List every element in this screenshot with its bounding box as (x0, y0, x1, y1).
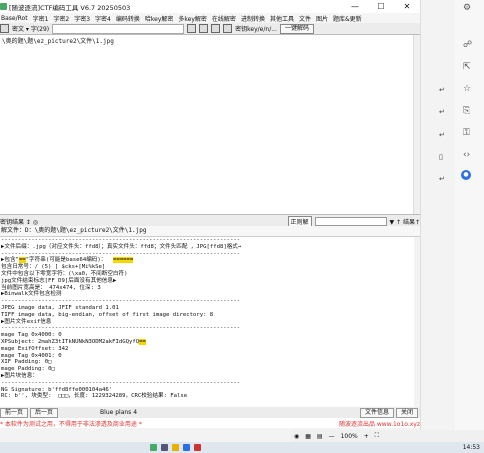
file-path-line: 解文件：D：\奥的题\题\ez_picture2\文件\1.jpg (0, 226, 421, 237)
menu-item[interactable]: 字密2 (53, 14, 69, 23)
clock: 14:53 (462, 444, 480, 451)
app-icon (0, 3, 7, 10)
output-line: mage Tag 0x4000: 0 (1, 332, 62, 339)
menu-bar: Base/Rot 字密1 字密2 字密3 字密4 编码转换 哈key解密 多key解密 在线解密… (0, 13, 421, 23)
lock-icon[interactable]: ⚿ (463, 128, 470, 138)
return-icon: ↵ (439, 108, 445, 116)
output-line: XPSubject: 2mahZ3tITkNUNkN3ODM2akFIdGQyf… (1, 338, 146, 345)
fullscreen-icon[interactable]: ⛶ (375, 432, 379, 440)
start-icon[interactable] (150, 444, 157, 451)
key-icon[interactable] (223, 24, 233, 33)
output-line: mage ExifOffset: 342 (1, 345, 69, 352)
return-icon: ↵ (439, 131, 445, 139)
output-line: ▶Binwalk文件包含检测 (1, 291, 62, 298)
output-line: XIF Padding: 0□ (1, 359, 52, 366)
clip-icon[interactable]: ⎘ (463, 106, 470, 116)
zoom-out-button[interactable]: — (329, 433, 335, 440)
editor-content: \奥的题\题\ez_picture2\文件\1.jpg (2, 38, 114, 45)
pin-icon[interactable]: ☍ (463, 40, 472, 50)
minimize-button[interactable]: — (342, 0, 368, 13)
output-line: ▶图片块信息： (1, 372, 38, 379)
menu-item[interactable]: 字密1 (33, 14, 49, 23)
one-key-decode-button[interactable]: 一键解码 (279, 23, 314, 34)
menu-item[interactable]: 多key解密 (178, 14, 207, 23)
result-nav[interactable]: ▼ ↑ 结果↑ (390, 217, 420, 226)
result-search-input[interactable] (314, 216, 387, 226)
zoom-level: 100% (340, 432, 358, 440)
assistant-icon[interactable]: ● (461, 170, 471, 180)
window-title: [随波逐流]CTF编码工具 V6.7 20250503 (9, 3, 131, 12)
output-line: ----------------------------------------… (1, 379, 241, 386)
output-line: JPEG image data, JFIF standard 1.01 (1, 304, 119, 311)
bottom-bar: 前一页 后一页 Blue plans 4 文件信息 关闭 (0, 407, 420, 418)
copy-icon[interactable] (187, 24, 197, 33)
status-bar: * 本软件为测试之用，不得用于非法渗透及商业用途 * 随波逐流出品 www.1o… (0, 418, 420, 428)
output-line: jpg文件结束标志[FF D9]后面没有其他信息▶ (1, 277, 117, 284)
next-page-button[interactable]: 后一页 (30, 407, 59, 418)
maximize-button[interactable]: ☐ (368, 0, 394, 13)
output-line: ▶图片文件exif信息 (1, 318, 52, 325)
taskbar: 14:53 (0, 442, 484, 453)
zoom-in-button[interactable]: + (364, 433, 369, 440)
output-line: 包含日常号：/ (5) [ $cks+[Mi%kSe] (1, 264, 106, 271)
star-icon[interactable]: ☆ (463, 84, 471, 94)
menu-item[interactable]: 进制转换 (241, 14, 265, 23)
menu-item[interactable]: 其他工具 (270, 14, 294, 23)
mode-label: Blue plans 4 (100, 409, 138, 416)
menu-item[interactable]: 编码转换 (116, 14, 140, 23)
menu-item[interactable]: 字密3 (74, 14, 90, 23)
browser-icon[interactable] (183, 444, 190, 451)
toolbar: 密文 ▾ 字(29) 密钥key/e/n/... 一键解码 (0, 23, 420, 34)
view-icon[interactable]: ◉ (294, 433, 299, 440)
menu-item[interactable]: Base/Rot (1, 15, 28, 22)
key-input[interactable]: 密钥key/e/n/... (235, 24, 277, 33)
mobile-icon: ▯ (439, 153, 443, 161)
app-taskbar-icon[interactable] (194, 444, 201, 451)
output-line: mage Padding: 0□ (1, 366, 55, 373)
grid-icon[interactable]: ▦ (305, 433, 311, 440)
page-icon[interactable]: ▤ (317, 433, 323, 440)
output-line: mage Tag 0x4001: 0 (1, 352, 62, 359)
status-left: * 本软件为测试之用，不得用于非法渗透及商业用途 * (0, 420, 142, 428)
return-icon: ↵ (439, 86, 445, 94)
close-panel-button[interactable]: 关闭 (395, 407, 418, 418)
folder-icon[interactable] (172, 444, 179, 451)
trash-icon[interactable] (199, 24, 209, 33)
browser-bottom-bar: ◉ ▦ ▤ — 100% + ⛶ (290, 430, 484, 442)
output-line: 文件中包含以下零宽字符：(\xa0，不间断空白符) (1, 270, 128, 277)
doc-icon (0, 24, 9, 33)
output-line: RC: b'', 块类型: □□□，长度: 1229324289，CRC校验结果… (1, 393, 188, 400)
editor-scrollbar[interactable] (413, 35, 420, 215)
browser-sidebar: ⚙ ☍ ⇱ ☆ ⎘ ⚿ ‹› ● (455, 0, 484, 430)
file-info-button[interactable]: 文件信息 (359, 407, 394, 418)
close-button[interactable]: ✕ (394, 0, 420, 13)
menu-item[interactable]: 字密4 (95, 14, 111, 23)
paste-icon[interactable] (211, 24, 221, 33)
output-line: ----------------------------------------… (1, 298, 241, 305)
result-label: 密钥结果 ↕ ◎ (0, 218, 39, 226)
input-editor[interactable]: \奥的题\题\ez_picture2\文件\1.jpg (0, 34, 420, 215)
output-line: TIFF image data, big-endian, offset of f… (1, 311, 214, 318)
menu-item[interactable]: 哈key解密 (145, 14, 174, 23)
return-icon: ↵ (439, 175, 445, 183)
output-panel[interactable]: ----------------------------------------… (0, 237, 414, 407)
code-icon[interactable]: ‹› (463, 150, 470, 160)
search-icon[interactable] (161, 444, 168, 451)
output-line: ----------------------------------------… (1, 237, 241, 243)
menu-item[interactable]: 图片 (316, 14, 328, 23)
status-right[interactable]: 随波逐流出品 www.1o1o.xyz (339, 419, 420, 428)
title-bar: [随波逐流]CTF编码工具 V6.7 20250503 — ☐ ✕ (0, 0, 420, 13)
output-line: ----------------------------------------… (1, 325, 241, 332)
regex-button[interactable]: 正则解 (287, 215, 312, 227)
output-line: 当前图片宽高是： 474x474, 位深: 3 (1, 284, 101, 291)
encoding-dropdown[interactable]: 密文 ▾ 字(29) (12, 24, 49, 33)
menu-item[interactable]: 在线解密 (212, 14, 236, 23)
history-combo[interactable] (52, 23, 185, 34)
prev-page-button[interactable]: 前一页 (0, 407, 29, 418)
output-line: ▶文件后缀：.jpg（对应文件头：ffd8）；真实文件头：ffd8；文件头匹配 … (1, 243, 242, 250)
menu-item[interactable]: 文件 (299, 14, 311, 23)
pointer-icon[interactable]: ⇱ (463, 62, 471, 72)
gear-icon[interactable]: ⚙ (463, 3, 471, 13)
menu-item[interactable]: 题库&更新 (333, 14, 362, 23)
